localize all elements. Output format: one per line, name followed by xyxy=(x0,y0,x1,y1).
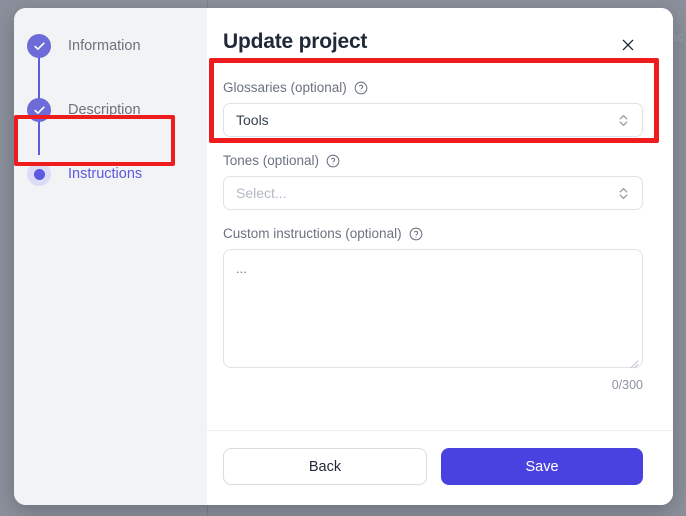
tones-select-placeholder: Select... xyxy=(236,185,287,201)
help-circle-icon[interactable] xyxy=(354,81,368,95)
chevron-up-down-icon xyxy=(617,185,630,202)
step-label-instructions: Instructions xyxy=(68,166,143,182)
field-tones: Tones (optional) Select... xyxy=(223,153,643,210)
help-circle-icon[interactable] xyxy=(326,154,340,168)
step-connector-1 xyxy=(38,55,40,99)
modal-footer: Back Save xyxy=(207,431,673,505)
stepper-sidebar: Information Description Instructions xyxy=(14,8,207,505)
label-tones: Tones (optional) xyxy=(223,153,643,168)
sidebar-item-instructions[interactable]: Instructions xyxy=(14,159,207,189)
glossaries-select[interactable]: Tools xyxy=(223,103,643,137)
sidebar-item-description[interactable]: Description xyxy=(14,95,207,125)
modal-header: Update project xyxy=(207,8,673,58)
chevron-up-down-icon xyxy=(617,112,630,129)
save-button[interactable]: Save xyxy=(441,448,643,485)
custom-instructions-input[interactable] xyxy=(223,249,643,368)
glossaries-select-value: Tools xyxy=(236,112,269,128)
sidebar-item-information[interactable]: Information xyxy=(14,31,207,61)
dot-icon xyxy=(27,162,51,186)
label-custom-instructions: Custom instructions (optional) xyxy=(223,226,643,241)
label-tones-text: Tones (optional) xyxy=(223,153,320,168)
close-icon[interactable] xyxy=(615,32,641,58)
step-label-description: Description xyxy=(68,102,141,118)
field-glossaries: Glossaries (optional) Tools xyxy=(223,80,643,137)
page-title: Update project xyxy=(223,30,368,53)
modal-body: Glossaries (optional) Tools Tones (optio… xyxy=(207,58,673,430)
step-label-information: Information xyxy=(68,38,141,54)
check-icon xyxy=(27,34,51,58)
step-connector-2 xyxy=(38,119,40,155)
update-project-modal: Information Description Instructions Upd… xyxy=(14,8,673,505)
back-button[interactable]: Back xyxy=(223,448,427,485)
check-icon xyxy=(27,98,51,122)
label-glossaries-text: Glossaries (optional) xyxy=(223,80,347,95)
custom-instructions-wrap xyxy=(223,249,643,373)
tones-select[interactable]: Select... xyxy=(223,176,643,210)
field-custom-instructions: Custom instructions (optional) 0/300 xyxy=(223,226,643,392)
character-counter: 0/300 xyxy=(611,378,643,392)
modal-panel: Update project Glossaries (optional) Too… xyxy=(207,8,673,505)
label-glossaries: Glossaries (optional) xyxy=(223,80,643,95)
help-circle-icon[interactable] xyxy=(409,227,423,241)
label-custom-instructions-text: Custom instructions (optional) xyxy=(223,226,402,241)
